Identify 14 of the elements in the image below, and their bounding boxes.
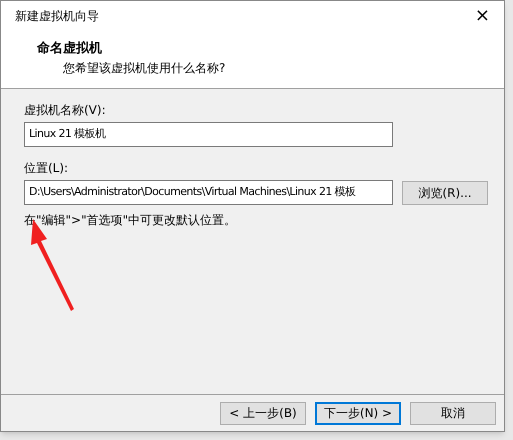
field-label: 位置(L):	[24, 160, 70, 177]
page-title: 命名虚拟机	[37, 40, 103, 58]
text-field[interactable]: Linux 21 模板机	[24, 122, 393, 147]
field-value: D:\Users\Administrator\Documents\Virtual Machines\Linux 21 模板	[29, 184, 356, 200]
close-button[interactable]: ×	[470, 7, 494, 25]
field-value: Linux 21 模板机	[29, 126, 106, 142]
wizard-button[interactable]: 下一步(N) >	[315, 402, 401, 424]
wizard-button[interactable]: < 上一步(B)	[220, 402, 306, 424]
field-label: 虚拟机名称(V):	[24, 102, 107, 119]
window-title: 新建虚拟机向导	[15, 8, 99, 25]
wizard-button[interactable]: 取消	[410, 402, 496, 424]
page-subtitle: 您希望该虚拟机使用什么名称?	[62, 60, 226, 76]
text-field[interactable]: D:\Users\Administrator\Documents\Virtual Machines\Linux 21 模板	[24, 180, 393, 205]
browse-button[interactable]: 浏览(R)...	[402, 180, 488, 204]
